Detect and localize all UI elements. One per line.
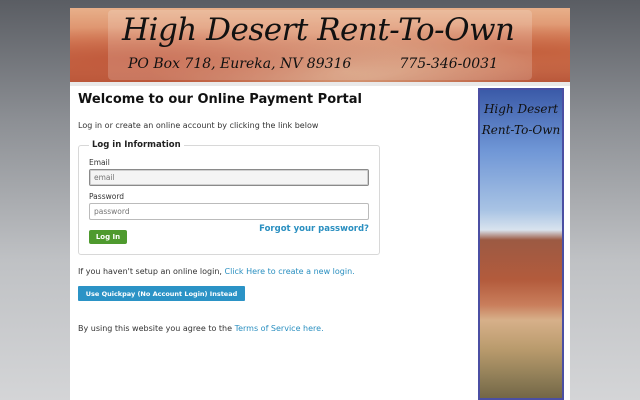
login-form: Log in Information Email Password Log In… — [78, 140, 380, 255]
header-banner: High Desert Rent-To-Own PO Box 718, Eure… — [70, 8, 570, 82]
password-field[interactable] — [89, 203, 369, 220]
login-button[interactable]: Log In — [89, 230, 127, 244]
page-container: High Desert Rent-To-Own PO Box 718, Eure… — [70, 8, 570, 400]
signup-prefix: If you haven't setup an online login, — [78, 267, 222, 276]
banner-address: PO Box 718, Eureka, NV 89316 — [128, 56, 352, 72]
intro-text: Log in or create an online account by cl… — [78, 121, 319, 130]
login-actions: Log In Forgot your password? — [89, 224, 369, 244]
email-field[interactable] — [89, 169, 369, 186]
banner-phone: 775-346-0031 — [399, 56, 498, 72]
sidebar-title-line1: High Desert — [483, 102, 559, 116]
create-login-link[interactable]: Click Here to create a new login. — [225, 267, 355, 276]
main-content: Welcome to our Online Payment Portal Log… — [78, 92, 380, 333]
terms-text: By using this website you agree to the T… — [78, 324, 378, 333]
sidebar-banner: High Desert Rent-To-Own — [478, 88, 564, 400]
terms-link[interactable]: Terms of Service here. — [235, 324, 324, 333]
login-legend: Log in Information — [92, 140, 181, 150]
sidebar-title-line2: Rent-To-Own — [481, 123, 561, 137]
page-title: Welcome to our Online Payment Portal — [78, 92, 362, 107]
email-label: Email — [89, 158, 110, 167]
forgot-password-link[interactable]: Forgot your password? — [259, 224, 369, 234]
signup-text: If you haven't setup an online login, Cl… — [78, 267, 378, 276]
banner-title: High Desert Rent-To-Own — [122, 12, 515, 48]
quickpay-button[interactable]: Use Quickpay (No Account Login) Instead — [78, 286, 245, 301]
terms-prefix: By using this website you agree to the — [78, 324, 233, 333]
header-divider — [70, 82, 570, 86]
password-label: Password — [89, 192, 125, 201]
